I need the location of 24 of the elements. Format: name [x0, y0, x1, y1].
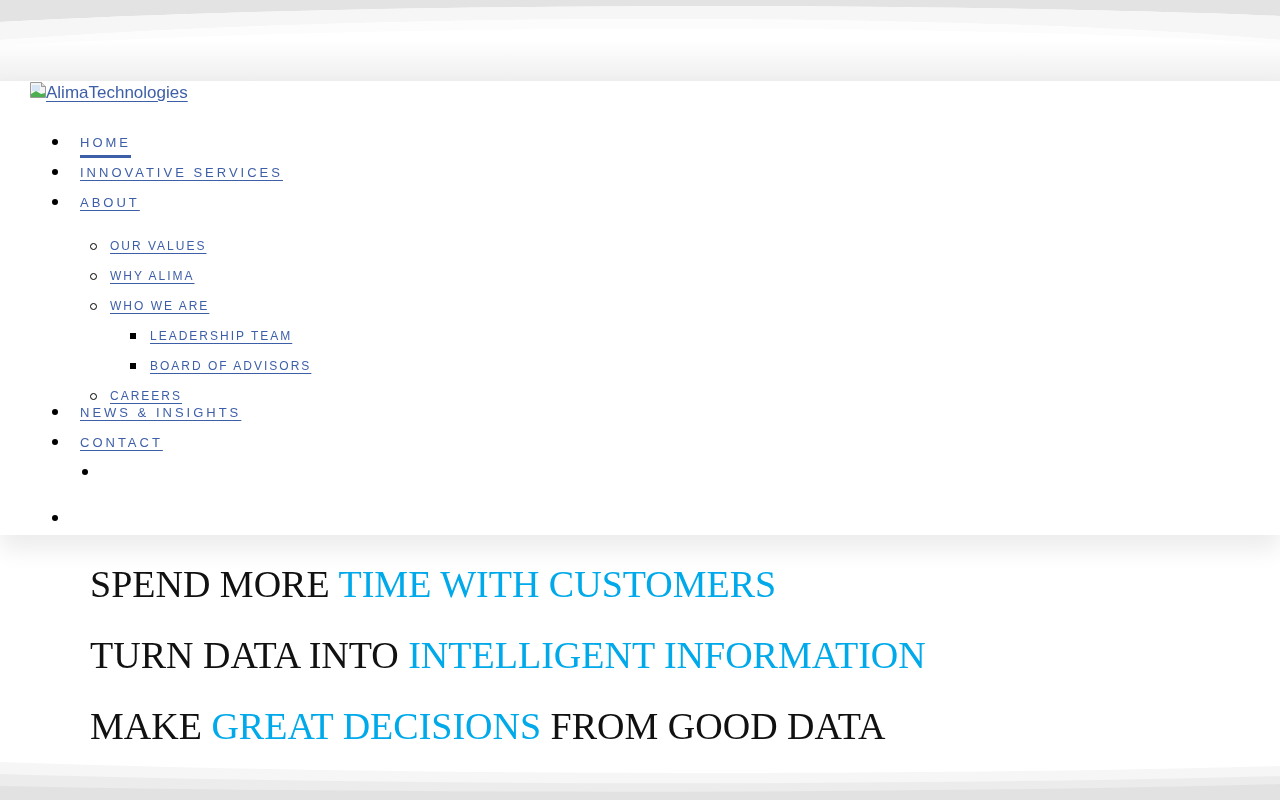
bullet-icon	[52, 199, 58, 205]
bullet-icon	[52, 139, 58, 145]
nav-link[interactable]: NEWS & INSIGHTS	[80, 405, 242, 419]
nav-link[interactable]: INNOVATIVE SERVICES	[80, 165, 283, 179]
nav-link[interactable]: CAREERS	[110, 390, 182, 402]
headline: TURN DATA INTO INTELLIGENT INFORMATION	[90, 633, 927, 678]
nav-link[interactable]: LEADERSHIP TEAM	[150, 330, 293, 342]
nav-link[interactable]: OUR VALUES	[110, 240, 207, 252]
logo-link[interactable]: AlimaTechnologies	[30, 81, 188, 105]
bullet-icon	[52, 515, 58, 521]
bullet-icon	[52, 439, 58, 445]
headline: MAKE GREAT DECISIONS FROM GOOD DATA	[90, 704, 887, 749]
nav-link[interactable]: ABOUT	[80, 195, 140, 209]
bullet-icon	[52, 409, 58, 415]
square-bullet-icon	[130, 363, 136, 369]
nav-link[interactable]: BOARD OF ADVISORS	[150, 360, 312, 372]
headline: SPEND MORE TIME WITH CUSTOMERS	[90, 562, 778, 607]
bullet-icon	[82, 469, 88, 475]
nav-link[interactable]: CONTACT	[80, 435, 163, 449]
nav-link[interactable]: WHY ALIMA	[110, 270, 195, 282]
nav-link[interactable]: HOME	[80, 135, 131, 158]
bullet-icon	[52, 169, 58, 175]
square-bullet-icon	[130, 333, 136, 339]
nav-link[interactable]: WHO WE ARE	[110, 300, 210, 312]
